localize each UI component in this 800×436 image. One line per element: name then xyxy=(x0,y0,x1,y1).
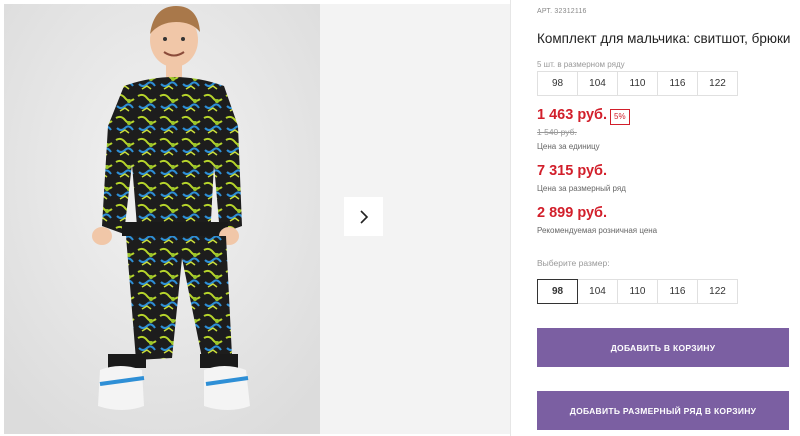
product-panel: АРТ. 32312116 Комплект для мальчика: сви… xyxy=(537,0,797,436)
row-price-note: Цена за размерный ряд xyxy=(537,184,626,193)
size-option-122[interactable]: 122 xyxy=(697,279,738,304)
unit-price: 1 463 руб. xyxy=(537,107,608,123)
product-photo-illustration xyxy=(4,4,320,434)
product-title: Комплект для мальчика: свитшот, брюки xyxy=(537,31,791,46)
pack-info: 5 шт. в размерном ряду xyxy=(537,60,625,69)
discount-badge: 5% xyxy=(610,109,630,125)
size-option-116[interactable]: 116 xyxy=(657,279,698,304)
pack-size-116: 116 xyxy=(657,71,698,96)
add-size-row-to-cart-button[interactable]: ДОБАВИТЬ РАЗМЕРНЫЙ РЯД В КОРЗИНУ xyxy=(537,391,789,430)
size-option-98[interactable]: 98 xyxy=(537,279,578,304)
pack-size-110: 110 xyxy=(617,71,658,96)
row-price: 7 315 руб. xyxy=(537,163,608,179)
retail-price-note: Рекомендуемая розничная цена xyxy=(537,226,658,235)
product-photo[interactable] xyxy=(4,4,320,434)
pack-size-98: 98 xyxy=(537,71,578,96)
gallery-next-button[interactable] xyxy=(344,197,383,236)
unit-price-note: Цена за единицу xyxy=(537,142,600,151)
pack-size-row: 98 104 110 116 122 xyxy=(537,71,738,96)
article-number: АРТ. 32312116 xyxy=(537,8,587,15)
add-to-cart-button[interactable]: ДОБАВИТЬ В КОРЗИНУ xyxy=(537,328,789,367)
product-gallery xyxy=(0,0,510,436)
old-price: 1 540 руб. xyxy=(537,127,577,137)
pack-size-122: 122 xyxy=(697,71,738,96)
chevron-right-icon xyxy=(359,209,368,224)
choose-size-label: Выберите размер: xyxy=(537,258,610,268)
size-option-104[interactable]: 104 xyxy=(577,279,618,304)
size-selector: 98 104 110 116 122 xyxy=(537,279,738,304)
pack-size-104: 104 xyxy=(577,71,618,96)
retail-price: 2 899 руб. xyxy=(537,205,608,221)
panel-divider xyxy=(510,0,511,436)
size-option-110[interactable]: 110 xyxy=(617,279,658,304)
